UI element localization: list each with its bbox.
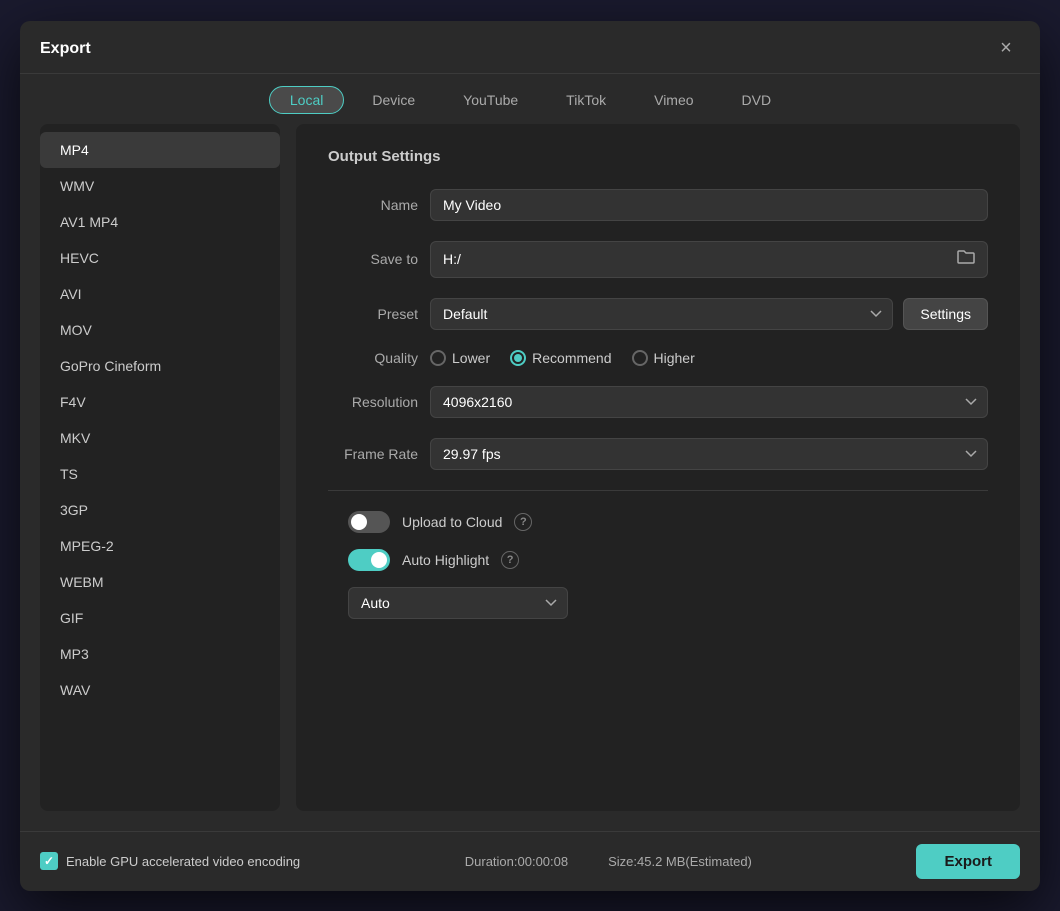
footer-info: Duration:00:00:08 Size:45.2 MB(Estimated… bbox=[316, 854, 900, 869]
divider bbox=[328, 490, 988, 491]
duration-text: Duration:00:00:08 bbox=[465, 854, 568, 869]
frame-rate-select[interactable]: 29.97 fps 60 fps 30 fps 24 fps bbox=[430, 438, 988, 470]
tab-vimeo[interactable]: Vimeo bbox=[634, 87, 713, 113]
radio-higher bbox=[632, 350, 648, 366]
toggle-knob-highlight bbox=[371, 552, 387, 568]
format-mp4[interactable]: MP4 bbox=[40, 132, 280, 168]
tabs-row: Local Device YouTube TikTok Vimeo DVD bbox=[20, 74, 1040, 124]
format-hevc[interactable]: HEVC bbox=[40, 240, 280, 276]
auto-highlight-row: Auto Highlight ? bbox=[328, 549, 988, 571]
resolution-select[interactable]: 4096x2160 1920x1080 1280x720 bbox=[430, 386, 988, 418]
quality-higher[interactable]: Higher bbox=[632, 350, 695, 366]
upload-cloud-label: Upload to Cloud bbox=[402, 514, 502, 530]
dialog-header: Export × bbox=[20, 21, 1040, 74]
settings-panel: Output Settings Name Save to H:/ bbox=[296, 124, 1020, 811]
upload-cloud-help-icon[interactable]: ? bbox=[514, 513, 532, 531]
settings-button[interactable]: Settings bbox=[903, 298, 988, 330]
radio-lower bbox=[430, 350, 446, 366]
upload-cloud-row: Upload to Cloud ? bbox=[328, 511, 988, 533]
quality-label: Quality bbox=[328, 350, 418, 366]
close-button[interactable]: × bbox=[992, 35, 1020, 63]
tab-tiktok[interactable]: TikTok bbox=[546, 87, 626, 113]
path-text: H:/ bbox=[443, 251, 949, 267]
quality-options: Lower Recommend Higher bbox=[430, 350, 988, 366]
format-mpeg2[interactable]: MPEG-2 bbox=[40, 528, 280, 564]
checkmark-icon: ✓ bbox=[44, 854, 54, 868]
toggle-knob-cloud bbox=[351, 514, 367, 530]
format-3gp[interactable]: 3GP bbox=[40, 492, 280, 528]
tab-youtube[interactable]: YouTube bbox=[443, 87, 538, 113]
format-gif[interactable]: GIF bbox=[40, 600, 280, 636]
format-mov[interactable]: MOV bbox=[40, 312, 280, 348]
tab-device[interactable]: Device bbox=[352, 87, 435, 113]
gpu-checkbox[interactable]: ✓ bbox=[40, 852, 58, 870]
quality-recommend-label: Recommend bbox=[532, 350, 611, 366]
auto-highlight-label: Auto Highlight bbox=[402, 552, 489, 568]
tab-dvd[interactable]: DVD bbox=[722, 87, 792, 113]
format-av1mp4[interactable]: AV1 MP4 bbox=[40, 204, 280, 240]
quality-lower-label: Lower bbox=[452, 350, 490, 366]
auto-highlight-select[interactable]: Auto None bbox=[348, 587, 568, 619]
preset-select[interactable]: Default Custom bbox=[430, 298, 893, 330]
frame-rate-row: Frame Rate 29.97 fps 60 fps 30 fps 24 fp… bbox=[328, 438, 988, 470]
name-label: Name bbox=[328, 197, 418, 213]
export-button[interactable]: Export bbox=[916, 844, 1020, 879]
format-wav[interactable]: WAV bbox=[40, 672, 280, 708]
auto-highlight-toggle[interactable] bbox=[348, 549, 390, 571]
quality-row: Quality Lower Recommend Higher bbox=[328, 350, 988, 366]
resolution-row: Resolution 4096x2160 1920x1080 1280x720 bbox=[328, 386, 988, 418]
save-to-label: Save to bbox=[328, 251, 418, 267]
section-title: Output Settings bbox=[328, 148, 988, 165]
format-mkv[interactable]: MKV bbox=[40, 420, 280, 456]
name-row: Name bbox=[328, 189, 988, 221]
gpu-checkbox-label: Enable GPU accelerated video encoding bbox=[66, 854, 300, 869]
preset-controls: Default Custom Settings bbox=[430, 298, 988, 330]
format-webm[interactable]: WEBM bbox=[40, 564, 280, 600]
format-gopro[interactable]: GoPro Cineform bbox=[40, 348, 280, 384]
dialog-title: Export bbox=[40, 40, 91, 58]
format-avi[interactable]: AVI bbox=[40, 276, 280, 312]
dialog-body: MP4 WMV AV1 MP4 HEVC AVI MOV GoPro Cinef… bbox=[20, 124, 1040, 831]
tab-local[interactable]: Local bbox=[269, 86, 344, 114]
dialog-footer: ✓ Enable GPU accelerated video encoding … bbox=[20, 831, 1040, 891]
path-row: H:/ bbox=[430, 241, 988, 278]
size-text: Size:45.2 MB(Estimated) bbox=[608, 854, 752, 869]
format-f4v[interactable]: F4V bbox=[40, 384, 280, 420]
format-ts[interactable]: TS bbox=[40, 456, 280, 492]
preset-row: Preset Default Custom Settings bbox=[328, 298, 988, 330]
upload-cloud-toggle[interactable] bbox=[348, 511, 390, 533]
gpu-checkbox-row: ✓ Enable GPU accelerated video encoding bbox=[40, 852, 300, 870]
folder-icon[interactable] bbox=[957, 249, 975, 270]
export-dialog: Export × Local Device YouTube TikTok Vim… bbox=[20, 21, 1040, 891]
quality-lower[interactable]: Lower bbox=[430, 350, 490, 366]
format-wmv[interactable]: WMV bbox=[40, 168, 280, 204]
format-list: MP4 WMV AV1 MP4 HEVC AVI MOV GoPro Cinef… bbox=[40, 124, 280, 811]
preset-label: Preset bbox=[328, 306, 418, 322]
save-to-row: Save to H:/ bbox=[328, 241, 988, 278]
format-mp3[interactable]: MP3 bbox=[40, 636, 280, 672]
frame-rate-label: Frame Rate bbox=[328, 446, 418, 462]
name-input[interactable] bbox=[430, 189, 988, 221]
quality-higher-label: Higher bbox=[654, 350, 695, 366]
radio-recommend bbox=[510, 350, 526, 366]
quality-recommend[interactable]: Recommend bbox=[510, 350, 611, 366]
auto-highlight-help-icon[interactable]: ? bbox=[501, 551, 519, 569]
resolution-label: Resolution bbox=[328, 394, 418, 410]
